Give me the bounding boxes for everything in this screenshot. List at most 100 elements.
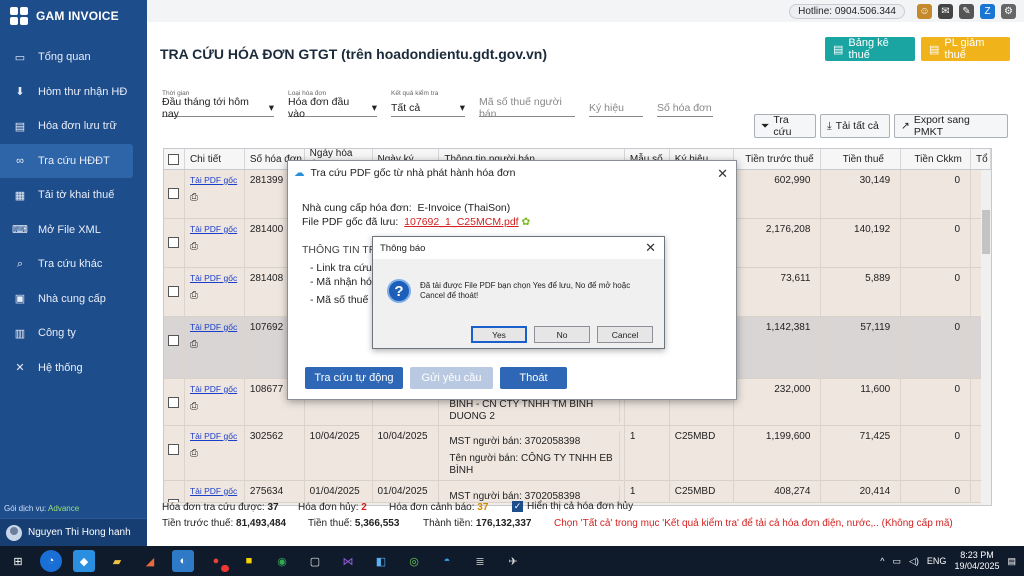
cell-tien-truoc-thue: 1,199,600	[734, 426, 822, 480]
network-icon[interactable]: ▭	[892, 556, 901, 567]
dropbox-icon[interactable]: ◆	[73, 550, 95, 572]
col-tien-ckkm[interactable]: Tiền Ckkm	[901, 149, 972, 169]
message-text: Đã tải được File PDF bạn chọn Yes để lưu…	[420, 281, 631, 300]
sidebar-item-luu-tru[interactable]: ▤ Hóa đơn lưu trữ	[0, 109, 147, 144]
thoat-button[interactable]: Thoát	[500, 367, 567, 389]
vertical-scrollbar[interactable]	[981, 170, 991, 505]
thoi-gian-select[interactable]: Thời gian Đầu tháng tới hôm nay ▾	[162, 90, 274, 120]
file-explorer-icon[interactable]: ▰	[106, 550, 128, 572]
ky-hieu-input[interactable]: Ký hiệu	[589, 90, 643, 117]
report-icon: ▤	[833, 43, 844, 56]
database-icon[interactable]: ≣	[469, 550, 491, 572]
app-icon[interactable]: ◔	[40, 550, 62, 572]
row-checkbox[interactable]	[168, 444, 179, 455]
tai-pdf-goc-link[interactable]: Tải PDF gốc	[190, 322, 237, 332]
mst-input[interactable]: Mã số thuế người bán	[479, 90, 575, 120]
tai-pdf-goc-link[interactable]: Tải PDF gốc	[190, 384, 237, 394]
cell-tien-ckkm: 0	[901, 481, 972, 502]
tai-tat-ca-button[interactable]: ⤓ Tải tất cả	[820, 114, 890, 138]
monitor-icon: ▭	[14, 51, 26, 64]
feedback-icon[interactable]: ✎	[959, 3, 974, 19]
close-icon[interactable]: ✕	[645, 240, 656, 256]
visual-studio-icon[interactable]: ⋈	[337, 550, 359, 572]
show-cancelled-toggle[interactable]: ✓ Hiển thị cả hóa đơn hủy	[512, 501, 633, 512]
close-icon[interactable]: ✕	[717, 166, 728, 182]
sidebar-item-he-thong[interactable]: ✕ Hệ thống	[0, 351, 147, 386]
cell-tien-truoc-thue: 73,611	[734, 268, 822, 316]
edge-icon[interactable]: ◓	[436, 550, 458, 572]
sidebar-item-hom-thu[interactable]: ⬇ Hòm thư nhận HĐ	[0, 75, 147, 110]
tai-pdf-goc-link[interactable]: Tải PDF gốc	[190, 431, 237, 441]
select-all-checkbox[interactable]	[168, 153, 180, 165]
row-checkbox[interactable]	[168, 286, 179, 297]
clock[interactable]: 8:23 PM 19/04/2025	[954, 550, 999, 572]
print-icon[interactable]: ⎙	[190, 290, 240, 301]
sidebar-item-cong-ty[interactable]: ▥ Công ty	[0, 316, 147, 351]
tai-pdf-goc-link[interactable]: Tải PDF gốc	[190, 273, 237, 283]
pl-giam-thue-button[interactable]: ▤ PL giảm thuế	[921, 37, 1010, 61]
table-row[interactable]: Tải PDF gốc ⎙ 302562 10/04/2025 10/04/2025 MS…	[164, 426, 991, 481]
no-button[interactable]: No	[534, 326, 590, 343]
col-chi-tiet[interactable]: Chi tiết	[185, 149, 245, 169]
volume-icon[interactable]: ◁)	[909, 556, 919, 567]
message-box-title: Thông báo	[373, 237, 664, 259]
sidebar-item-to-khai[interactable]: ▦ Tải tờ khai thuế	[0, 178, 147, 213]
sticky-notes-icon[interactable]: ■	[238, 550, 260, 572]
link-icon: ∞	[16, 154, 24, 167]
chat-icon[interactable]: ✉	[938, 3, 953, 19]
print-icon[interactable]: ⎙	[190, 339, 240, 350]
row-checkbox[interactable]	[168, 397, 179, 408]
sidebar-item-tra-cuu-khac[interactable]: ⌕ Tra cứu khác	[0, 247, 147, 282]
zalo-icon[interactable]: Z	[980, 3, 995, 19]
settings-icon[interactable]: ⚙	[1001, 3, 1016, 19]
gui-yeu-cau-button[interactable]: Gửi yêu cầu	[410, 367, 493, 389]
bang-ke-thue-button[interactable]: ▤ Bảng kê thuế	[825, 37, 915, 61]
tra-cuu-tu-dong-button[interactable]: Tra cứu tự động	[305, 367, 403, 389]
hotline: Hotline: 0904.506.344	[789, 3, 905, 19]
language-indicator[interactable]: ENG	[927, 556, 947, 566]
support-person-icon[interactable]: ☺	[917, 3, 932, 19]
tai-pdf-goc-link[interactable]: Tải PDF gốc	[190, 486, 237, 496]
download-icon: ⤓	[827, 119, 832, 132]
app-icon[interactable]: ✈	[502, 550, 524, 572]
col-tong[interactable]: Tổ	[971, 149, 991, 169]
tai-pdf-goc-link[interactable]: Tải PDF gốc	[190, 224, 237, 234]
total-tien-thue: 5,366,553	[354, 518, 400, 529]
app-icon[interactable]: ◧	[370, 550, 392, 572]
cancel-button[interactable]: Cancel	[597, 326, 653, 343]
chat-app-icon[interactable]: ● 5	[205, 550, 229, 572]
sidebar-item-tra-cuu-hddt[interactable]: ∞ Tra cứu HĐĐT	[0, 143, 133, 178]
print-icon[interactable]: ⎙	[190, 241, 240, 252]
gam-invoice-icon[interactable]: ◐	[172, 550, 194, 572]
print-icon[interactable]: ⎙	[190, 192, 240, 203]
tai-pdf-goc-link[interactable]: Tải PDF gốc	[190, 175, 237, 185]
loai-hoa-don-select[interactable]: Loại hóa đơn Hóa đơn đầu vào ▾	[288, 90, 377, 120]
pdf-file-link[interactable]: 107692_1_C25MCM.pdf	[404, 216, 518, 228]
app-icon[interactable]: ▢	[304, 550, 326, 572]
sidebar-item-tong-quan[interactable]: ▭ Tổng quan	[0, 40, 147, 75]
notification-icon[interactable]: ▤	[1007, 556, 1016, 567]
print-icon[interactable]: ⎙	[190, 448, 240, 459]
table-row[interactable]: Tải PDF gốc⎙27563401/04/202501/04/2025MS…	[164, 481, 991, 503]
chevron-up-icon[interactable]: ^	[880, 556, 884, 566]
row-checkbox[interactable]	[168, 188, 179, 199]
cell-mau-so: 1	[625, 426, 670, 480]
so-hoa-don-input[interactable]: Số hóa đơn	[657, 90, 713, 117]
sidebar-item-nha-cung-cap[interactable]: ▣ Nhà cung cấp	[0, 282, 147, 317]
export-button[interactable]: ↗ Export sang PMKT	[894, 114, 1008, 138]
tra-cuu-button[interactable]: ⏷ Tra cứu	[754, 114, 816, 138]
col-tien-truoc-thue[interactable]: Tiền trước thuế	[734, 149, 822, 169]
windows-start-icon[interactable]: ⊞	[7, 550, 29, 572]
row-checkbox[interactable]	[168, 335, 179, 346]
print-icon[interactable]: ⎙	[190, 401, 240, 412]
user-profile[interactable]: Nguyen Thi Hong hanh	[0, 518, 147, 546]
app-icon[interactable]: ◢	[139, 550, 161, 572]
row-checkbox[interactable]	[168, 237, 179, 248]
col-tien-thue[interactable]: Tiền thuế	[821, 149, 902, 169]
chrome-icon[interactable]: ◉	[271, 550, 293, 572]
app-icon[interactable]: ◎	[403, 550, 425, 572]
yes-button[interactable]: Yes	[471, 326, 527, 343]
ket-qua-select[interactable]: Kết quả kiểm tra Tất cả ▾	[391, 90, 465, 117]
open-folder-icon[interactable]: ✿	[522, 216, 531, 228]
sidebar-item-xml[interactable]: ⌨ Mở File XML	[0, 213, 147, 248]
